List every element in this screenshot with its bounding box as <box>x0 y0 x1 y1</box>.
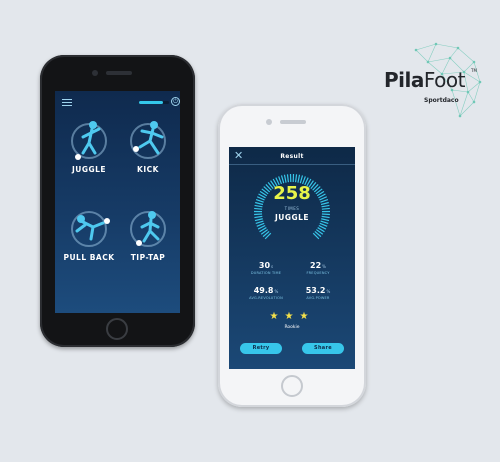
juggle-count: 258 <box>273 183 311 204</box>
result-screen: ✕ Result 258 TIMES JUGGLE 30s DURATION T… <box>229 147 355 369</box>
kick-figure-icon <box>130 121 166 159</box>
earpiece-speaker <box>280 120 306 124</box>
home-button[interactable] <box>281 375 303 397</box>
stat-label: AVG.POWER <box>306 296 330 300</box>
stat-value: 53.2% <box>305 286 331 295</box>
battery-fill <box>139 101 163 104</box>
retry-button[interactable]: Retry <box>240 343 282 354</box>
phone-black: ⏻ JUGGLE KICK PULL BACK TIP-TAP <box>40 55 195 347</box>
juggle-figure-icon <box>71 121 107 160</box>
pilafoot-logo: PilaFoot TM Sportdaco <box>376 40 486 130</box>
gauge-tick <box>294 174 298 183</box>
logo-subtitle: Sportdaco <box>424 97 459 104</box>
count-unit: TIMES <box>284 206 300 211</box>
logo-brand-bold: Pila <box>384 68 424 92</box>
stat-label: AVG.REVOLUTION <box>249 296 283 300</box>
home-screen: ⏻ JUGGLE KICK PULL BACK TIP-TAP <box>55 91 180 313</box>
rating-stars: ★★★ <box>269 311 315 322</box>
stat-value: 49.8% <box>253 286 279 295</box>
battery-bar <box>139 101 169 104</box>
power-icon[interactable]: ⏻ <box>171 97 180 106</box>
gauge-tick <box>319 222 328 227</box>
rank-label: Rookie <box>284 325 300 330</box>
stat-label: FREQUENCY <box>306 271 330 275</box>
stat-value: 22% <box>310 261 326 270</box>
mode-pull-back[interactable]: PULL BACK <box>61 211 117 262</box>
phone-white: ✕ Result 258 TIMES JUGGLE 30s DURATION T… <box>218 104 366 407</box>
home-button[interactable] <box>106 318 128 340</box>
stat-avg-revolution: 49.8% AVG.REVOLUTION <box>241 286 291 300</box>
front-camera <box>92 70 98 76</box>
tip-tap-figure-icon <box>130 211 166 247</box>
result-title: Result <box>280 153 304 160</box>
logo-wordmark: PilaFoot <box>384 68 465 92</box>
gauge-tick <box>256 222 265 227</box>
result-mode-name: JUGGLE <box>274 213 310 222</box>
mode-tip-tap[interactable]: TIP-TAP <box>120 211 176 262</box>
gauge-tick <box>286 174 290 183</box>
front-camera <box>266 119 272 125</box>
header-divider <box>229 164 355 165</box>
stat-duration: 30s DURATION TIME <box>241 261 291 275</box>
mode-juggle[interactable]: JUGGLE <box>61 121 117 174</box>
gauge-tick <box>283 174 287 183</box>
pull-back-figure-icon <box>71 211 110 247</box>
gauge-tick <box>280 175 285 184</box>
share-button[interactable]: Share <box>302 343 344 354</box>
logo-trademark: TM <box>471 68 477 73</box>
gauge-tick <box>299 175 304 184</box>
earpiece-speaker <box>106 71 132 75</box>
gauge-tick <box>297 174 301 183</box>
logo-brand-light: Foot <box>423 68 466 92</box>
hamburger-menu-icon[interactable] <box>62 99 72 108</box>
stat-frequency: 22% FREQUENCY <box>293 261 343 275</box>
stat-label: DURATION TIME <box>250 271 282 275</box>
stat-value: 30s <box>258 261 274 270</box>
mode-kick[interactable]: KICK <box>120 121 176 174</box>
stat-avg-power: 53.2% AVG.POWER <box>293 286 343 300</box>
